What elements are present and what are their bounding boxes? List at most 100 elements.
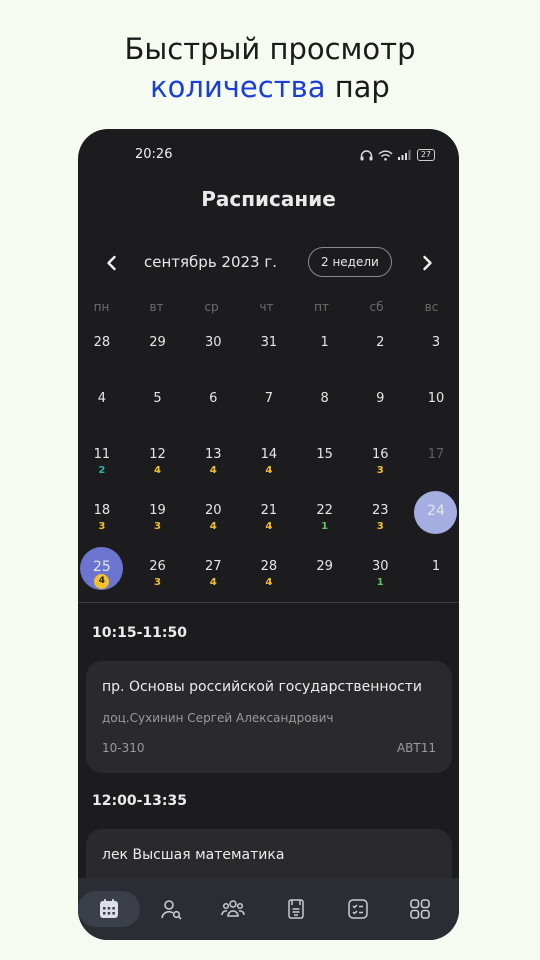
calendar-day[interactable]: 23 3 [352, 493, 408, 549]
lesson-count-badge: 4 [94, 574, 110, 589]
month-navigation: сентябрь 2023 г. 2 недели [78, 247, 459, 279]
weekday-label: сб [369, 300, 384, 314]
calendar-day[interactable]: 6 [185, 381, 241, 437]
calendar-day[interactable]: 16 3 [352, 437, 408, 493]
calendar-day[interactable]: 27 4 [185, 549, 241, 605]
calendar-day[interactable]: 4 [78, 381, 130, 437]
lesson-count: 3 [98, 521, 106, 532]
status-time: 20:26 [135, 147, 173, 162]
divider [78, 602, 459, 603]
day-number: 18 [93, 503, 111, 518]
lesson-count: 3 [376, 521, 384, 532]
calendar-day[interactable]: 1 [408, 549, 459, 605]
tab-documents[interactable] [265, 891, 327, 927]
day-number: 7 [264, 391, 274, 406]
status-icons: 27 [360, 149, 435, 161]
lesson-count: 4 [154, 465, 162, 476]
calendar-day[interactable]: 25 4 [78, 547, 130, 605]
day-number: 14 [260, 447, 278, 462]
calendar-day[interactable]: 2 [352, 325, 408, 381]
day-number: 3 [431, 335, 441, 350]
calendar-day[interactable]: 12 4 [130, 437, 186, 493]
calendar-day[interactable]: 9 [352, 381, 408, 437]
apps-grid-icon [410, 899, 430, 919]
calendar-week: 28 29 30 31 1 2 3 [78, 325, 459, 381]
calendar-day[interactable]: 31 [241, 325, 297, 381]
promo-line1: Быстрый просмотр [124, 32, 416, 66]
lesson-count: 4 [265, 521, 273, 532]
calendar-day[interactable]: 14 4 [241, 437, 297, 493]
calendar-day[interactable]: 22 1 [297, 493, 353, 549]
calendar-day[interactable]: 30 [185, 325, 241, 381]
day-number: 29 [149, 335, 166, 350]
day-number: 5 [153, 391, 162, 406]
bottom-tab-bar [78, 878, 459, 940]
calendar-day[interactable]: 17 [408, 437, 459, 493]
page-title: Расписание [201, 187, 336, 211]
calendar-day[interactable]: 26 3 [130, 549, 186, 605]
weekday-label: вт [149, 300, 164, 314]
calendar-day[interactable]: 28 [78, 325, 130, 381]
calendar-day[interactable]: 29 [297, 549, 353, 605]
view-mode-button[interactable]: 2 недели [308, 247, 392, 277]
day-number: 9 [376, 391, 385, 406]
lesson-count: 3 [376, 465, 384, 476]
calendar-day[interactable]: 15 [297, 437, 353, 493]
calendar-day[interactable]: 5 [130, 381, 186, 437]
calendar-day[interactable]: 29 [130, 325, 186, 381]
calendar-day[interactable]: 21 4 [241, 493, 297, 549]
day-number: 12 [149, 447, 166, 462]
calendar-day[interactable]: 8 [297, 381, 353, 437]
day-number: 15 [316, 447, 333, 462]
phone-screen: 20:26 27 Расписание сентябрь 2023 г. 2 н… [78, 129, 459, 940]
calendar-week: 25 4 26 3 27 4 28 4 29 30 1 1 [78, 547, 459, 605]
day-number: 30 [372, 559, 389, 574]
day-number: 22 [316, 503, 333, 518]
lesson-count: 1 [321, 521, 329, 532]
weekday-label: вс [424, 300, 439, 314]
lesson-group: АВТ11 [396, 741, 436, 755]
day-number: 8 [320, 391, 329, 406]
day-number: 4 [97, 391, 106, 406]
calendar-day[interactable]: 19 3 [130, 493, 186, 549]
calendar-day[interactable]: 30 1 [352, 549, 408, 605]
chevron-right-icon[interactable] [415, 251, 439, 275]
calendar-day[interactable]: 28 4 [241, 549, 297, 605]
calendar-day[interactable]: 3 [408, 325, 459, 381]
calendar-day[interactable]: 20 4 [185, 493, 241, 549]
day-number: 19 [149, 503, 166, 518]
weekday-label: ср [204, 300, 219, 314]
tab-more[interactable] [389, 891, 451, 927]
day-number: 13 [204, 447, 222, 462]
lesson-card[interactable]: пр. Основы российской государственности … [86, 661, 452, 773]
day-number: 1 [320, 335, 329, 350]
lesson-teacher: доц.Сухинин Сергей Александрович [102, 711, 334, 725]
tab-tasks[interactable] [327, 891, 389, 927]
calendar-day[interactable]: 1 [297, 325, 353, 381]
calendar-day[interactable]: 10 [408, 381, 459, 437]
status-bar: 20:26 27 [78, 147, 459, 167]
tab-schedule[interactable] [78, 891, 140, 927]
calendar-day[interactable]: 7 [241, 381, 297, 437]
lesson-count: 3 [154, 521, 162, 532]
day-number: 29 [316, 559, 333, 574]
search-person-icon [161, 900, 182, 920]
month-label[interactable]: сентябрь 2023 г. [144, 253, 277, 271]
chevron-left-icon[interactable] [100, 251, 124, 275]
tab-groups[interactable] [202, 891, 264, 927]
day-number: 28 [260, 559, 278, 574]
calendar-week: 18 3 19 3 20 4 21 4 22 1 23 3 24 [78, 491, 459, 549]
calendar-day[interactable]: 11 2 [78, 437, 130, 493]
lesson-count: 1 [376, 577, 384, 588]
calendar-day[interactable]: 13 4 [185, 437, 241, 493]
tab-teachers[interactable] [140, 891, 202, 927]
day-number: 27 [204, 559, 222, 574]
weekday-header: пн вт ср чт пт сб вс [78, 300, 459, 314]
signal-icon [397, 150, 411, 160]
calendar-grid: 28 29 30 31 1 2 3 4 5 6 7 8 9 10 11 2 12 4 13 4 14 4 15 16 3 17 18… [78, 325, 459, 605]
calendar-day[interactable]: 18 3 [78, 493, 130, 549]
calendar-day[interactable]: 24 [408, 491, 459, 549]
promo-rest: пар [325, 70, 390, 104]
weekday-label: пт [314, 300, 329, 314]
day-number: 16 [372, 447, 389, 462]
